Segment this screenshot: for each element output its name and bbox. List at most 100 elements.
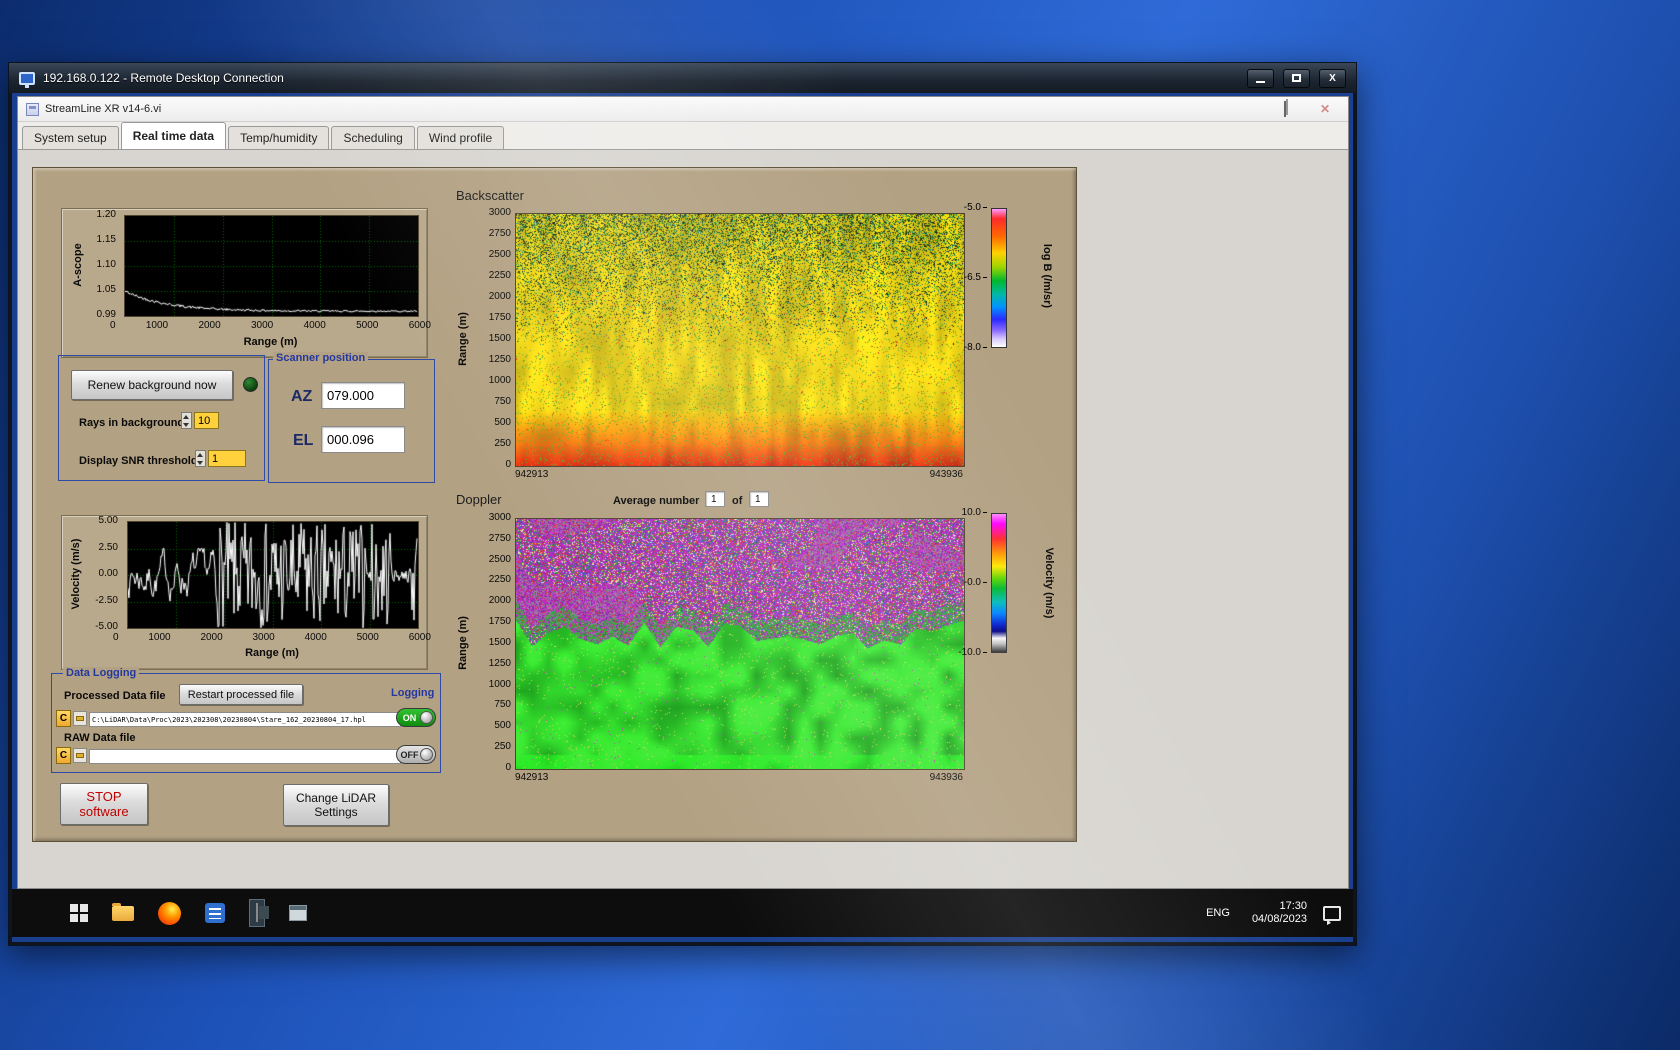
- doppler-colorbar-labels: 10.0 -0.0 -10.0: [941, 508, 987, 658]
- backscatter-x-start: 942913: [515, 469, 549, 480]
- firefox-icon[interactable]: [158, 901, 181, 925]
- ascope-x-title: Range (m): [243, 336, 298, 348]
- remote-desktop-icon: [19, 71, 35, 88]
- data-logging-label: Data Logging: [63, 667, 140, 679]
- processed-drive-selector[interactable]: C: [56, 710, 71, 727]
- doppler-heatmap: [515, 518, 965, 770]
- clock[interactable]: 17:30 04/08/2023: [1252, 900, 1307, 926]
- tick-label: 1750: [488, 312, 511, 323]
- stop-button-line2: software: [79, 804, 129, 819]
- rdp-titlebar[interactable]: 192.168.0.122 - Remote Desktop Connectio…: [9, 63, 1356, 93]
- rdp-window-title: 192.168.0.122 - Remote Desktop Connectio…: [43, 71, 284, 85]
- ascope-plot: [124, 215, 419, 317]
- processed-logging-toggle[interactable]: ON: [396, 708, 436, 727]
- scan-scheduler-icon[interactable]: [289, 905, 307, 921]
- text-editor-icon[interactable]: [205, 903, 225, 923]
- processed-browse-button[interactable]: [73, 711, 87, 726]
- language-indicator[interactable]: ENG: [1200, 903, 1236, 923]
- raw-browse-button[interactable]: [73, 748, 87, 763]
- average-number-field[interactable]: 1: [705, 491, 725, 507]
- tab-wind-profile[interactable]: Wind profile: [416, 126, 505, 149]
- app-titlebar[interactable]: StreamLine XR v14-6.vi ✕: [18, 97, 1348, 122]
- ascope-y-title: A-scope: [72, 243, 84, 287]
- el-value-field[interactable]: 000.096: [321, 426, 405, 453]
- snr-spinner[interactable]: [195, 450, 206, 467]
- app-icon: [26, 102, 39, 116]
- el-label: EL: [293, 432, 314, 449]
- close-button[interactable]: X: [1319, 68, 1346, 88]
- tick-label: 0: [505, 761, 511, 773]
- velocity-x-axis: 0 1000 2000 3000 4000 5000 6000: [113, 633, 431, 643]
- stop-software-button[interactable]: STOP software: [60, 783, 148, 825]
- doppler-y-axis: 3000 2750 2500 2250 2000 1750 1500 1250 1000 750 5…: [477, 513, 511, 773]
- colorbar-tick: 10.0: [962, 508, 987, 518]
- rays-value-field[interactable]: 10: [194, 412, 219, 429]
- raw-drive-selector[interactable]: C: [56, 747, 71, 764]
- streamline-app-taskbar-button[interactable]: [249, 899, 265, 927]
- toggle-knob-icon: [420, 711, 433, 724]
- snr-value-field[interactable]: 1: [208, 450, 246, 467]
- app-window: StreamLine XR v14-6.vi ✕ System setup Re…: [17, 96, 1349, 889]
- raw-data-file-label: RAW Data file: [64, 732, 136, 744]
- app-restore-button[interactable]: [1278, 101, 1292, 117]
- velocity-x-title: Range (m): [245, 647, 299, 659]
- tick-label: 1.05: [96, 284, 116, 295]
- tick-label: 1250: [488, 657, 511, 669]
- tick-label: -5.00: [95, 621, 118, 632]
- tick-label: 5000: [356, 632, 379, 643]
- tick-label: 1500: [488, 333, 511, 344]
- decrement-icon[interactable]: [196, 459, 205, 467]
- tab-real-time-data[interactable]: Real time data: [120, 122, 227, 149]
- renew-background-button[interactable]: Renew background now: [71, 370, 233, 400]
- colorbar-tick: -0.0: [964, 578, 987, 588]
- rays-in-background-label: Rays in background: [79, 417, 185, 429]
- backscatter-colorbar: [991, 208, 1007, 348]
- increment-icon[interactable]: [182, 413, 191, 421]
- raw-path-field[interactable]: [89, 749, 401, 764]
- logging-label: Logging: [391, 687, 435, 699]
- restart-processed-file-button[interactable]: Restart processed file: [179, 684, 303, 705]
- file-explorer-icon[interactable]: [112, 902, 134, 921]
- change-lidar-settings-button[interactable]: Change LiDAR Settings: [283, 784, 389, 826]
- tick-label: 4000: [303, 320, 326, 331]
- backscatter-title: Backscatter: [456, 188, 524, 203]
- tick-label: 0: [113, 632, 119, 643]
- tick-label: 0.00: [98, 568, 118, 579]
- processed-path-field[interactable]: C:\LiDAR\Data\Proc\2023\202308\20230804\…: [89, 712, 401, 727]
- tick-label: 250: [494, 438, 511, 449]
- minimize-button[interactable]: [1247, 68, 1274, 88]
- change-button-line2: Settings: [314, 805, 358, 819]
- average-count-field[interactable]: 1: [749, 491, 769, 507]
- app-close-button[interactable]: ✕: [1318, 102, 1332, 116]
- doppler-x-end: 943936: [929, 772, 963, 783]
- backscatter-y-axis: 3000 2750 2500 2250 2000 1750 1500 1250 1000 750 5…: [477, 208, 511, 470]
- tick-label: 2000: [198, 320, 221, 331]
- notification-icon[interactable]: [1323, 905, 1341, 925]
- tick-label: 1000: [488, 375, 511, 386]
- remote-session-area: StreamLine XR v14-6.vi ✕ System setup Re…: [12, 93, 1353, 942]
- increment-icon[interactable]: [196, 451, 205, 459]
- rdp-window: 192.168.0.122 - Remote Desktop Connectio…: [8, 62, 1357, 946]
- tick-label: 500: [494, 417, 511, 428]
- decrement-icon[interactable]: [182, 421, 191, 429]
- az-value-field[interactable]: 079.000: [321, 382, 405, 409]
- front-panel: 1.20 1.15 1.10 1.05 0.99 A-scope 0 1000 2000 30…: [32, 167, 1077, 842]
- doppler-colorbar-title: Velocity (m/s): [1043, 547, 1055, 619]
- tick-label: 1000: [488, 678, 511, 690]
- doppler-y-title: Range (m): [457, 616, 469, 670]
- tab-system-setup[interactable]: System setup: [22, 126, 119, 149]
- tick-label: 0: [505, 459, 511, 470]
- taskbar: ENG 17:30 04/08/2023: [12, 889, 1353, 937]
- tab-scheduling[interactable]: Scheduling: [331, 126, 415, 149]
- colorbar-tick: -6.5: [964, 273, 987, 283]
- maximize-button[interactable]: [1283, 68, 1310, 88]
- backscatter-colorbar-labels: -5.0 -6.5 -8.0: [941, 203, 987, 353]
- rays-spinner[interactable]: [181, 412, 192, 429]
- tick-label: 2000: [488, 291, 511, 302]
- start-button[interactable]: [70, 904, 88, 922]
- tick-label: 750: [494, 396, 511, 407]
- tick-label: 2750: [488, 532, 511, 544]
- background-controls-group: Renew background now Rays in background …: [58, 355, 265, 481]
- raw-logging-toggle[interactable]: OFF: [396, 745, 436, 764]
- tab-temp-humidity[interactable]: Temp/humidity: [228, 126, 330, 149]
